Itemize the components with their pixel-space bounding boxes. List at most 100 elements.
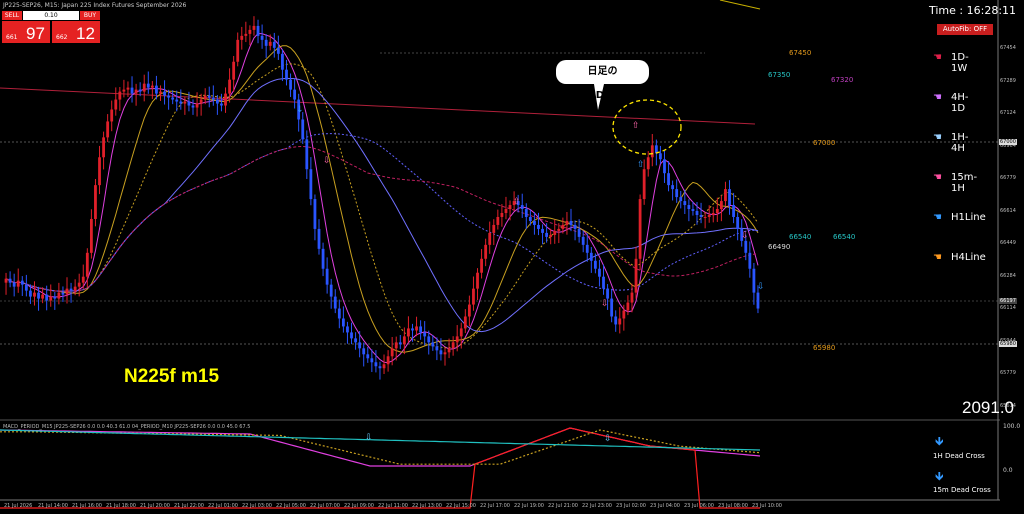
candle-body [378, 366, 382, 369]
candle-body [756, 292, 760, 309]
candle-body [358, 342, 362, 349]
candle-body [638, 199, 642, 259]
candle-body [130, 87, 134, 94]
candle-body [268, 41, 272, 46]
buy-button[interactable]: BUY [80, 11, 100, 20]
candle-body [614, 316, 618, 325]
candle-body [561, 224, 565, 229]
candle-body [220, 103, 223, 106]
candle-body [94, 185, 97, 219]
candle-body [45, 294, 49, 301]
indicator-window: ⇩ ⇩ [0, 427, 761, 509]
candle-body [337, 308, 341, 319]
candle-body [549, 234, 553, 237]
candle-body [167, 95, 171, 98]
price-tick: 65779 [1000, 370, 1016, 376]
candle-body [309, 169, 313, 200]
candle-body [313, 199, 317, 229]
candle-body [533, 220, 536, 225]
price-tick: 67454 [1000, 45, 1016, 51]
candle-body [81, 276, 85, 283]
candle-body [106, 121, 110, 138]
candle-body [476, 272, 479, 289]
candle-body [679, 197, 683, 202]
signal-arrow-icon: ⇧ [513, 197, 521, 207]
candle-body [427, 336, 431, 343]
candle-body [73, 286, 77, 291]
level-label: 65980 [813, 344, 836, 352]
time-tick: 22 Jul 07:00 [310, 503, 340, 509]
signal-arrow-icon: ⇩ [604, 434, 612, 444]
signal-arrow-icon: ⇧ [637, 160, 645, 170]
candle-body [285, 69, 288, 80]
price-tick: 66449 [1000, 240, 1016, 246]
indicator-scale-bottom: 0.0 [1003, 467, 1013, 474]
ask-big: 12 [76, 24, 95, 43]
candle-body [500, 213, 504, 217]
time-tick: 22 Jul 11:00 [378, 503, 408, 509]
candle-body [728, 189, 731, 206]
level-lines [0, 0, 998, 345]
candle-body [163, 91, 166, 96]
candle-body [110, 109, 114, 122]
candle-body [4, 278, 8, 283]
time-tick: 21 Jul 14:00 [38, 503, 68, 509]
price-tick: 66779 [1000, 175, 1016, 181]
time-tick: 22 Jul 15:00 [446, 503, 476, 509]
candle-body [386, 356, 390, 365]
lot-size-input[interactable]: 0.10 [23, 11, 79, 20]
candle-body [394, 342, 398, 349]
signal-arrow-icon: ⇩ [601, 299, 609, 309]
candle-body [102, 137, 105, 158]
candle-body [281, 53, 284, 70]
candle-body [565, 220, 569, 225]
candle-body [195, 103, 199, 108]
candle-body [203, 95, 207, 100]
candle-body [49, 296, 53, 301]
candle-body [736, 216, 740, 229]
candle-body [248, 29, 252, 34]
candle-body [142, 83, 146, 92]
candle-body [126, 87, 130, 90]
candle-body [390, 348, 394, 357]
signal-arrow-icon: ⇩ [323, 156, 331, 166]
price-marker: 67000 [999, 139, 1017, 145]
bid-price-button[interactable]: 661 97 [2, 21, 50, 43]
candle-body [541, 228, 544, 233]
candle-body [626, 302, 630, 311]
candle-body [423, 332, 427, 337]
time-tick: 23 Jul 04:00 [650, 503, 680, 509]
hand-pointer-icon: ☚ [933, 172, 942, 183]
candle-body [134, 89, 138, 94]
ask-price-button[interactable]: 662 12 [52, 21, 100, 43]
time-tick: 23 Jul 06:00 [684, 503, 714, 509]
candle-body [29, 290, 32, 297]
candle-body [232, 61, 236, 80]
candle-body [459, 328, 463, 337]
candle-body [744, 240, 748, 253]
price-tick: 66614 [1000, 207, 1016, 214]
candle-body [589, 252, 593, 261]
signal-arrows: ↓ ⇩ ⇧ ⇩ ⇧ ⇧ ⇩ ⇩ [296, 105, 765, 309]
sell-button[interactable]: SELL [2, 11, 22, 20]
time-tick: 22 Jul 17:00 [480, 503, 510, 509]
candle-body [732, 205, 735, 217]
autofib-toggle-button[interactable]: AutoFib: OFF [937, 24, 993, 35]
candle-body [240, 35, 244, 40]
hand-pointer-icon: ☚ [933, 92, 942, 103]
candle-body [663, 159, 666, 174]
signal-arrow-icon: ⇩ [741, 231, 749, 241]
candle-body [207, 95, 211, 98]
candle-body [8, 278, 12, 283]
chart-watermark: N225f m15 [124, 366, 220, 387]
candle-body [77, 282, 81, 287]
candle-body [61, 292, 65, 295]
price-chart[interactable]: ↓⇩⇧⇩⇧⇧⇩⇩ ⇩ ⇩ [0, 0, 1024, 514]
candle-body [675, 189, 679, 198]
candle-body [171, 97, 175, 100]
candle-body [325, 268, 329, 285]
candle-body [57, 292, 61, 299]
candle-body [715, 209, 719, 214]
candle-body [415, 326, 418, 331]
candle-body [382, 364, 386, 369]
